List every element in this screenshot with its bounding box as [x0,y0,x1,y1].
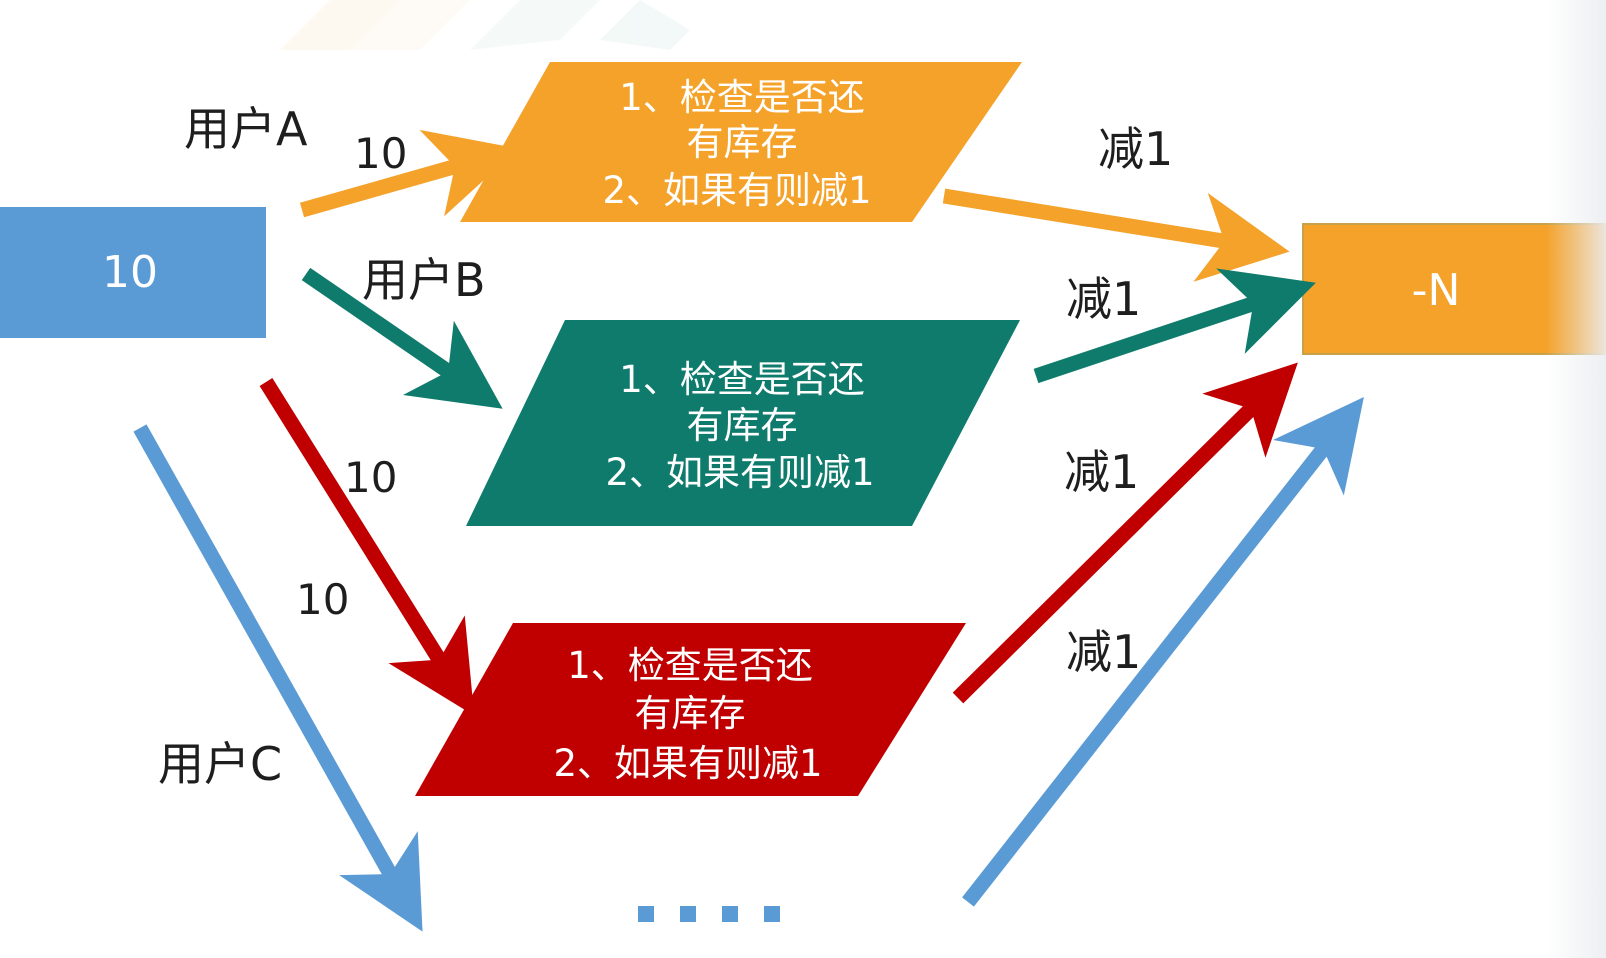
user-a-amount: 10 [354,129,407,178]
process-box-b-line2: 有库存 [687,404,798,447]
process-box-a-line1: 1、检查是否还 [619,76,865,119]
process-box-c-line2: 有库存 [635,692,746,735]
process-box-c-line3: 2、如果有则减1 [553,742,822,785]
inventory-concurrency-diagram: 10 -N 1、检查是否还 有库存 2、如果有则减1 1、检查是否还 有库存 2… [0,0,1606,932]
user-c-amount: 10 [296,575,349,624]
decrement-label-a: 减1 [1098,122,1173,176]
decrement-label-b: 减1 [1066,272,1141,326]
process-box-c-line1: 1、检查是否还 [567,644,813,687]
watermark-decoration [280,0,690,50]
ellipsis-dots [638,906,780,922]
user-a-label: 用户A [184,102,308,156]
process-box-b-line3: 2、如果有则减1 [605,451,874,494]
decrement-label-c: 减1 [1064,445,1139,499]
arrow-process-a-to-result [942,188,1290,282]
decrement-label-d: 减1 [1066,625,1141,679]
red-path-amount: 10 [344,453,397,502]
process-box-a-line3: 2、如果有则减1 [602,169,871,212]
process-box-a-line2: 有库存 [687,121,798,164]
user-b-label: 用户B [362,253,486,307]
process-box-b-line1: 1、检查是否还 [619,358,865,401]
source-stock-label: 10 [102,247,158,298]
arrow-red-to-process [259,378,475,716]
result-box-label: -N [1412,265,1461,316]
right-edge-shade [1546,0,1606,958]
diagram-stage: 10 -N 1、检查是否还 有库存 2、如果有则减1 1、检查是否还 有库存 2… [0,0,1606,958]
user-c-label: 用户C [158,737,282,791]
